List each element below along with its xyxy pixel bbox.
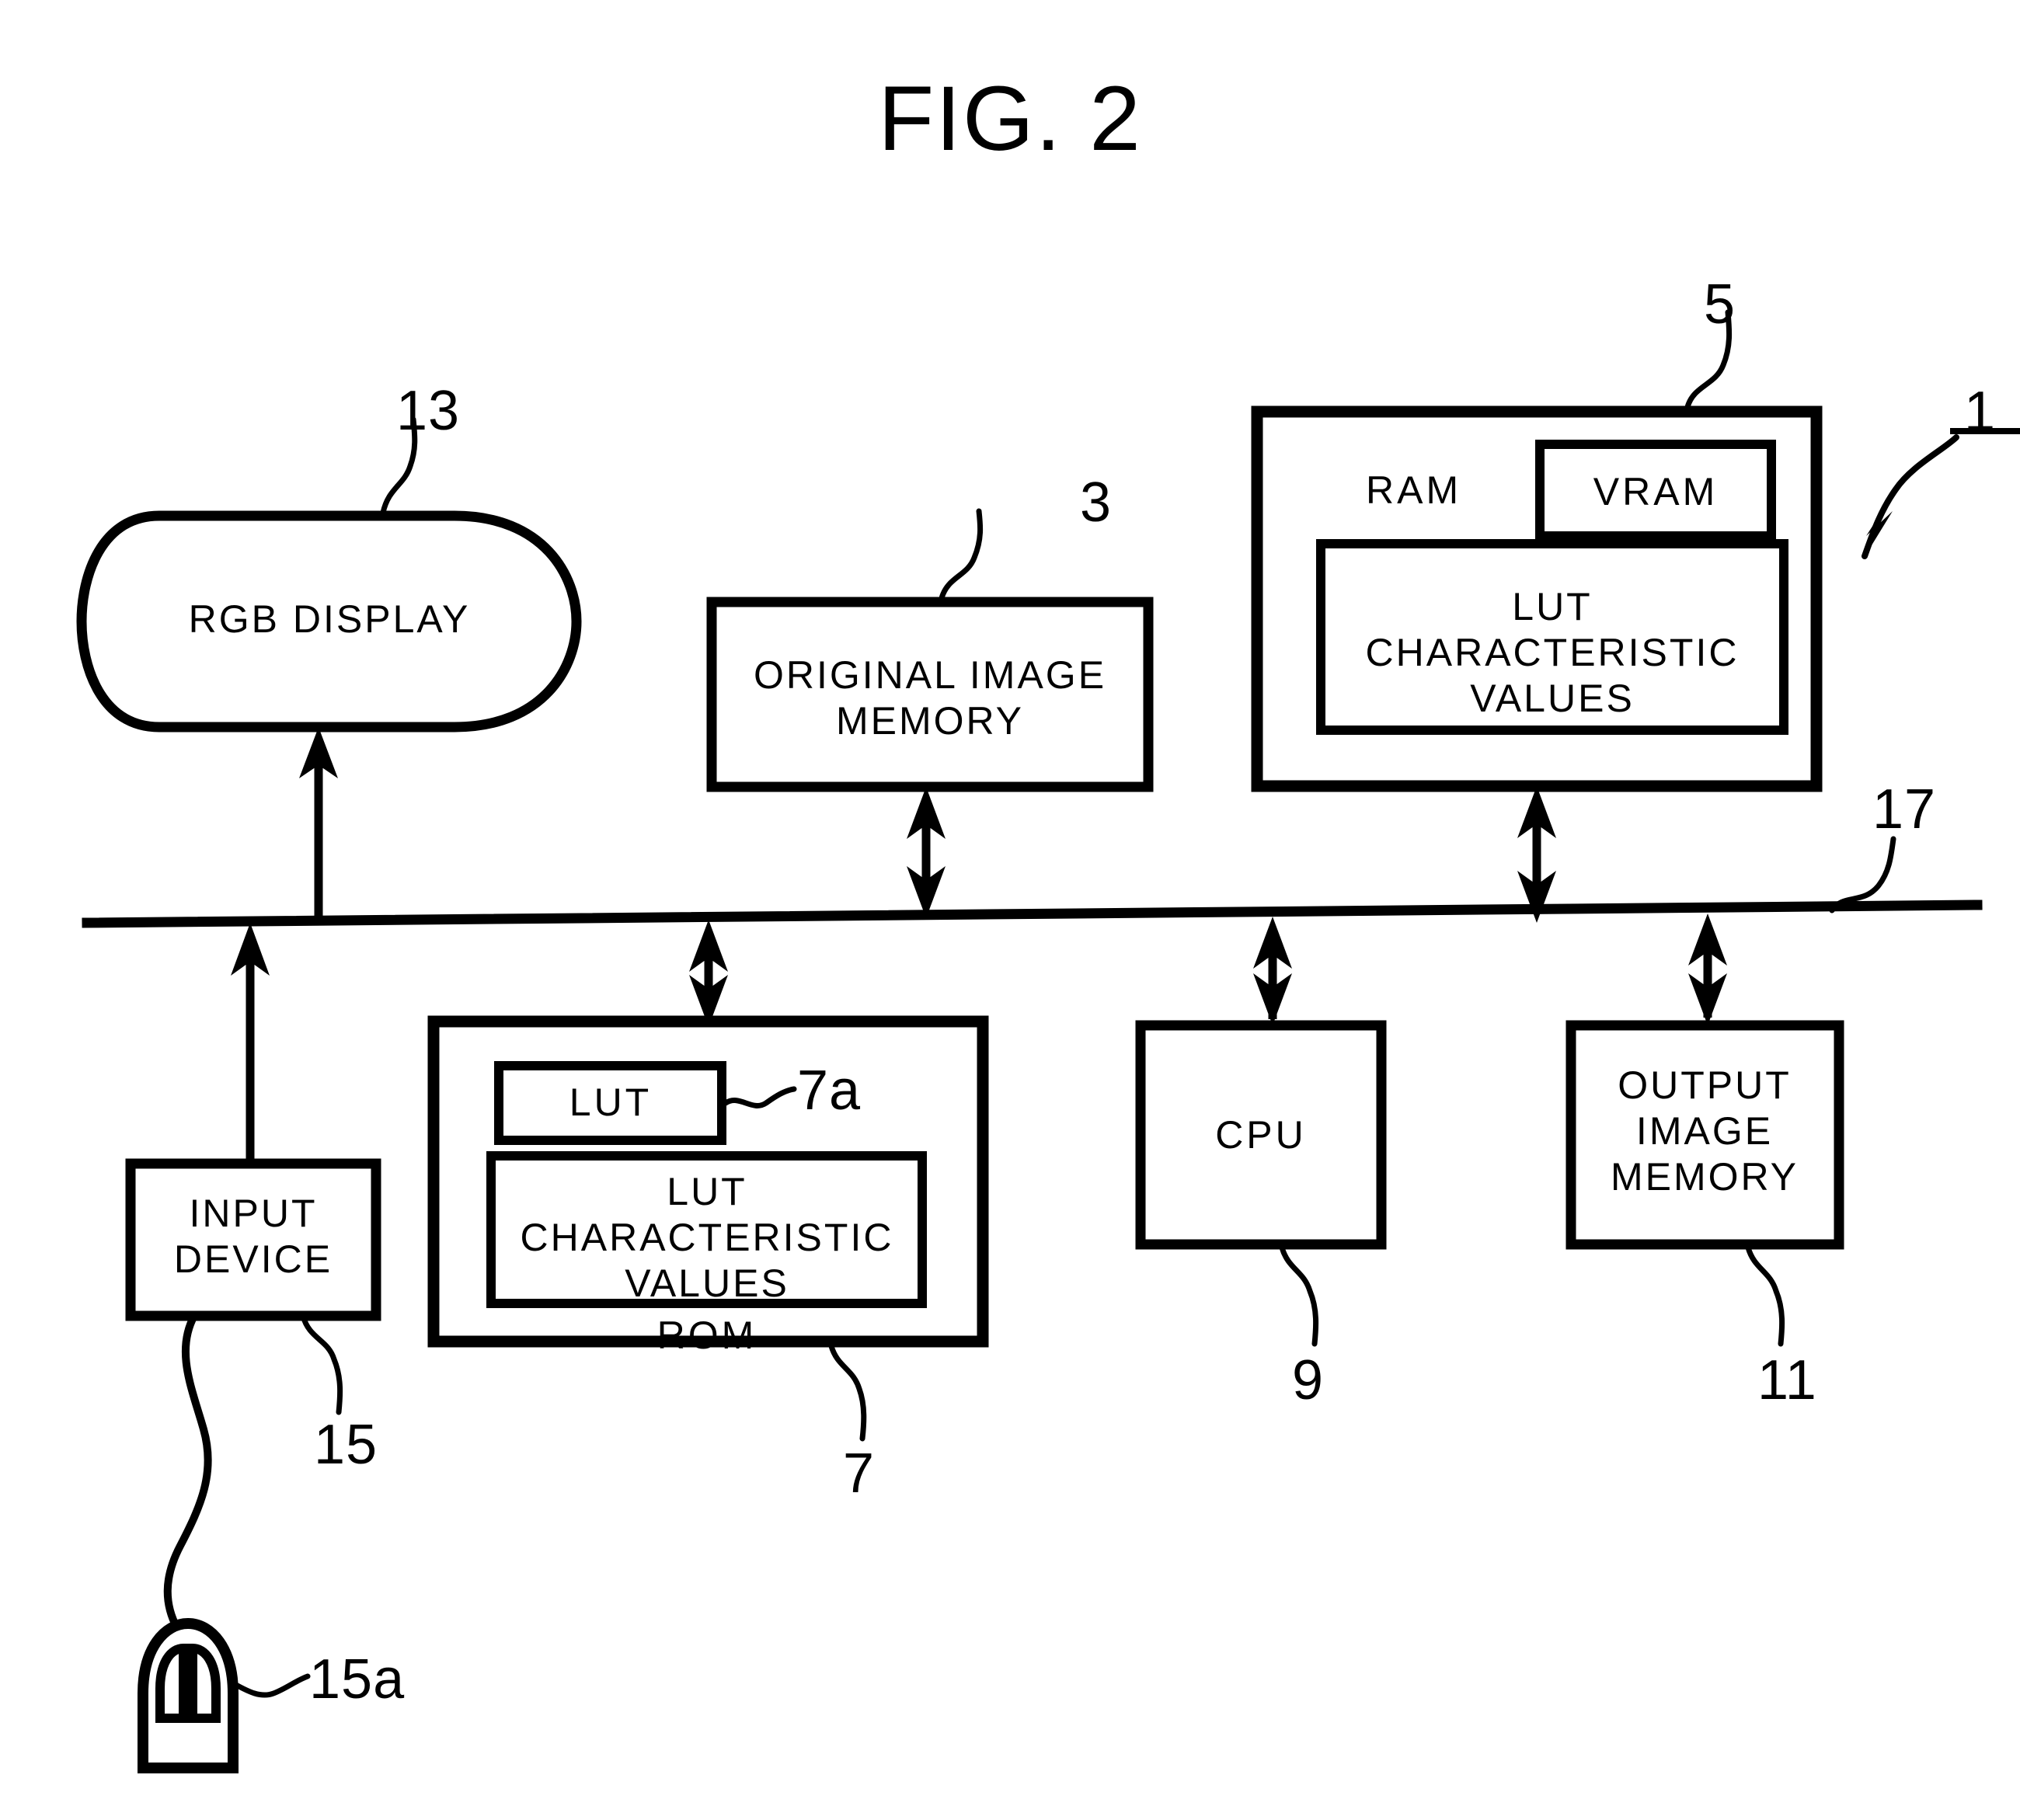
leader-9 — [1279, 1244, 1319, 1347]
ref-11: 11 — [1757, 1349, 1817, 1411]
ref-15a: 15a — [309, 1648, 406, 1710]
mouse-icon — [138, 1617, 311, 1773]
arrow-bus-rom — [689, 920, 728, 1027]
leader-3 — [939, 508, 984, 601]
ref-7: 7 — [843, 1442, 876, 1505]
leader-7 — [828, 1343, 867, 1442]
ref-15: 15 — [314, 1414, 378, 1476]
cpu-label: CPU — [1215, 1113, 1307, 1157]
rgb-display-label: RGB DISPLAY — [188, 597, 471, 641]
arrow-bus-ram — [1517, 786, 1556, 923]
ref-5: 5 — [1704, 273, 1736, 336]
patent-figure: FIG. 2 RGB DISPLAY 13 ORIGINAL IMAGE MEM… — [0, 0, 2020, 1820]
ref-7a: 7a — [797, 1060, 862, 1122]
ram-lut-values-label: LUT CHARACTERISTIC VALUES — [1365, 585, 1740, 720]
original-image-memory-label: ORIGINAL IMAGE MEMORY — [753, 653, 1107, 743]
ref-1: 1 — [1964, 381, 1997, 443]
leader-15 — [300, 1313, 343, 1415]
arrow-bus-to-display — [299, 727, 338, 918]
vram-label: VRAM — [1593, 470, 1719, 513]
ref-3: 3 — [1080, 472, 1113, 534]
system-pointer-arrow — [1862, 428, 2020, 559]
arrow-input-device-to-bus — [231, 923, 270, 1164]
system-bus — [82, 836, 1983, 928]
mouse-cable — [163, 1312, 212, 1632]
output-image-memory-label: OUTPUT IMAGE MEMORY — [1610, 1063, 1799, 1199]
ref-9: 9 — [1292, 1349, 1325, 1411]
rom-lut-label: LUT — [569, 1081, 653, 1124]
rom-label: ROM — [656, 1314, 758, 1357]
ref-13: 13 — [396, 380, 461, 442]
arrow-bus-cpu — [1253, 917, 1292, 1025]
input-device-label: INPUT DEVICE — [173, 1192, 333, 1281]
rom-lut-values-label: LUT CHARACTERISTIC VALUES — [520, 1170, 894, 1305]
arrow-bus-original-image-memory — [907, 787, 946, 918]
arrow-bus-output-image-memory — [1688, 913, 1727, 1025]
ref-17: 17 — [1872, 778, 1937, 840]
leader-11 — [1745, 1244, 1785, 1347]
ram-label: RAM — [1366, 468, 1462, 512]
